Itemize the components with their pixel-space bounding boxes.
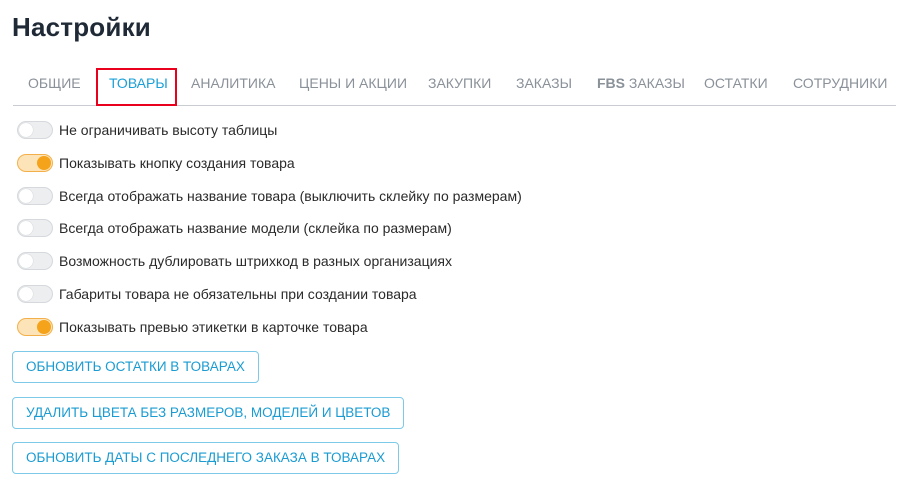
toggle-label: Показывать превью этикетки в карточке то…	[59, 319, 368, 335]
toggle-switch[interactable]	[17, 285, 53, 303]
tab-purchases[interactable]: ЗАКУПКИ	[428, 68, 491, 104]
delete-colors-button[interactable]: УДАЛИТЬ ЦВЕТА БЕЗ РАЗМЕРОВ, МОДЕЛЕЙ И ЦВ…	[12, 397, 405, 429]
tab-general[interactable]: ОБЩИЕ	[28, 68, 81, 104]
toggle-label: Габариты товара не обязательны при созда…	[59, 286, 417, 302]
toggle-row-always-show-model-name: Всегда отображать название модели (склей…	[17, 217, 452, 239]
tab-stock[interactable]: ОСТАТКИ	[704, 68, 768, 104]
tab-fbs-prefix: FBS	[597, 75, 625, 91]
toggle-switch[interactable]	[17, 219, 53, 237]
toggle-switch[interactable]	[17, 318, 53, 336]
tab-prices-promotions[interactable]: ЦЕНЫ И АКЦИИ	[299, 68, 407, 104]
toggle-label: Всегда отображать название товара (выклю…	[59, 188, 522, 204]
update-last-order-dates-button[interactable]: ОБНОВИТЬ ДАТЫ С ПОСЛЕДНЕГО ЗАКАЗА В ТОВА…	[12, 442, 400, 474]
toggle-knob	[37, 156, 51, 170]
tab-analytics[interactable]: АНАЛИТИКА	[191, 68, 275, 104]
toggle-row-always-show-product-name: Всегда отображать название товара (выклю…	[17, 185, 522, 207]
toggle-knob	[19, 287, 33, 301]
active-tab-highlight-frame	[96, 68, 177, 106]
tab-employees[interactable]: СОТРУДНИКИ	[793, 68, 887, 104]
toggle-label: Всегда отображать название модели (склей…	[59, 220, 452, 236]
tab-orders[interactable]: ЗАКАЗЫ	[516, 68, 572, 104]
page-title: Настройки	[12, 12, 151, 42]
toggle-row-duplicate-barcode: Возможность дублировать штрихкод в разны…	[17, 250, 452, 272]
toggle-switch[interactable]	[17, 252, 53, 270]
toggle-label: Показывать кнопку создания товара	[59, 155, 295, 171]
toggle-switch[interactable]	[17, 121, 53, 139]
settings-page: Настройки ОБЩИЕ ТОВАРЫ АНАЛИТИКА ЦЕНЫ И …	[0, 0, 921, 491]
toggle-knob	[19, 123, 33, 137]
toggle-switch[interactable]	[17, 154, 53, 172]
tab-fbs-orders[interactable]: FBS ЗАКАЗЫ	[597, 68, 685, 104]
toggle-row-show-create-product-button: Показывать кнопку создания товара	[17, 152, 295, 174]
tab-fbs-suffix: ЗАКАЗЫ	[625, 75, 685, 91]
toggle-row-show-label-preview: Показывать превью этикетки в карточке то…	[17, 316, 368, 338]
update-stock-button[interactable]: ОБНОВИТЬ ОСТАТКИ В ТОВАРАХ	[12, 351, 259, 383]
toggle-knob	[19, 189, 33, 203]
toggle-label: Возможность дублировать штрихкод в разны…	[59, 253, 452, 269]
toggle-knob	[19, 221, 33, 235]
toggle-knob	[19, 254, 33, 268]
toggle-knob	[37, 320, 51, 334]
toggle-row-dimensions-optional: Габариты товара не обязательны при созда…	[17, 283, 417, 305]
toggle-row-unlimited-table-height: Не ограничивать высоту таблицы	[17, 119, 277, 141]
toggle-label: Не ограничивать высоту таблицы	[59, 122, 278, 138]
toggle-switch[interactable]	[17, 187, 53, 205]
